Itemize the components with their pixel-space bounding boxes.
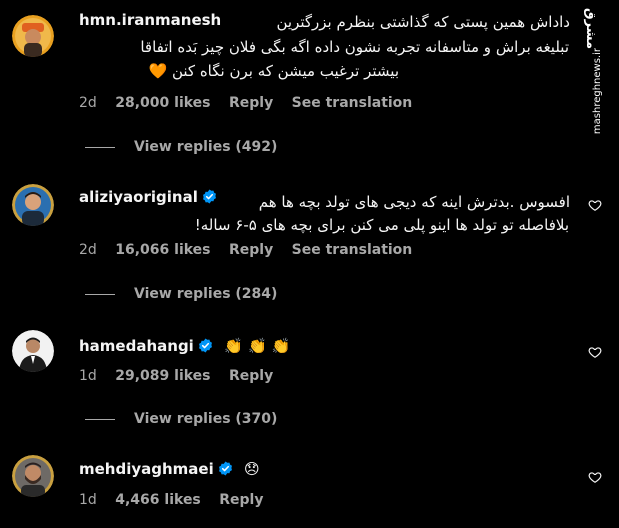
comment-text-line: داداش همین پستی که گذاشتی بنظرم بزرگترین xyxy=(230,12,571,32)
comment-username-link[interactable]: hamedahangi xyxy=(79,337,194,355)
like-heart-icon[interactable] xyxy=(588,470,602,484)
comment-likes[interactable]: 29,089 likes xyxy=(115,368,210,384)
like-heart-icon[interactable] xyxy=(588,198,602,212)
comment-text-line: افسوس .بدترش اینه که دیجی های تولد بچه ه… xyxy=(258,193,570,211)
comment-username: mehdiyaghmaei 😞 xyxy=(79,460,260,478)
see-translation-button[interactable]: See translation xyxy=(292,95,413,111)
view-replies-button[interactable]: View replies (370) xyxy=(85,411,277,427)
comment-time[interactable]: 2d xyxy=(79,95,97,111)
comment-text-line: بلافاصله تو تولد ها اینو پلی می کنن برای… xyxy=(194,216,569,234)
verified-badge-icon xyxy=(202,189,216,204)
comment-time[interactable]: 1d xyxy=(79,368,97,384)
avatar[interactable] xyxy=(12,330,54,372)
comment-meta: 2d 16,066 likes Reply See translation xyxy=(79,242,426,258)
reply-button[interactable]: Reply xyxy=(219,492,263,508)
see-translation-button[interactable]: See translation xyxy=(292,242,413,258)
view-replies-label: View replies (492) xyxy=(134,139,278,155)
heart-emoji: 🧡 xyxy=(148,62,168,80)
avatar[interactable] xyxy=(12,184,54,226)
view-replies-label: View replies (370) xyxy=(134,411,278,427)
comment-username[interactable]: hmn.iranmanesh xyxy=(79,11,221,29)
view-replies-button[interactable]: View replies (492) xyxy=(85,139,277,155)
watermark: مشرق mashreghnews.ir xyxy=(583,8,617,134)
comment-username-link[interactable]: mehdiyaghmaei xyxy=(79,460,214,478)
reply-button[interactable]: Reply xyxy=(229,95,273,111)
comment-text-line: بیشتر ترغیب میشن که برن نگاه کنن 🧡 xyxy=(79,61,400,81)
comment-time[interactable]: 2d xyxy=(79,242,97,258)
reply-button[interactable]: Reply xyxy=(229,368,273,384)
comment-meta: 2d 28,000 likes Reply See translation xyxy=(79,95,426,111)
comment-meta: 1d 29,089 likes Reply xyxy=(79,368,287,384)
replies-divider-line xyxy=(85,418,115,420)
comment-text-line: تبلیغه براش و متاسفانه تجربه نشون داده ا… xyxy=(140,38,569,56)
comment-username: hamedahangi 👏 👏 👏 xyxy=(79,337,291,355)
view-replies-button[interactable]: View replies (284) xyxy=(85,286,277,302)
comment-time[interactable]: 1d xyxy=(79,492,97,508)
comment-username-link[interactable]: aliziyaoriginal xyxy=(79,188,198,206)
comment-likes[interactable]: 16,066 likes xyxy=(115,242,210,258)
reply-button[interactable]: Reply xyxy=(229,242,273,258)
comment-likes[interactable]: 28,000 likes xyxy=(115,95,210,111)
comment-text-segment: بیشتر ترغیب میشن که برن نگاه کنن xyxy=(171,62,399,80)
verified-badge-icon xyxy=(198,338,212,353)
sad-emoji: 😞 xyxy=(243,460,260,478)
clap-emojis: 👏 👏 👏 xyxy=(224,337,291,355)
view-replies-label: View replies (284) xyxy=(134,286,278,302)
avatar[interactable] xyxy=(12,15,54,57)
verified-badge-icon xyxy=(218,461,232,476)
replies-divider-line xyxy=(85,293,115,295)
comment-meta: 1d 4,466 likes Reply xyxy=(79,492,277,508)
comment-username: aliziyaoriginal xyxy=(79,188,217,206)
avatar[interactable] xyxy=(12,455,54,497)
like-heart-icon[interactable] xyxy=(588,345,602,359)
comment-likes[interactable]: 4,466 likes xyxy=(115,492,201,508)
comment-text-segment: داداش همین پستی که گذاشتی بنظرم بزرگترین xyxy=(276,13,571,31)
watermark-site: mashreghnews.ir xyxy=(592,48,603,135)
replies-divider-line xyxy=(85,146,115,148)
watermark-logo: مشرق xyxy=(583,8,598,49)
